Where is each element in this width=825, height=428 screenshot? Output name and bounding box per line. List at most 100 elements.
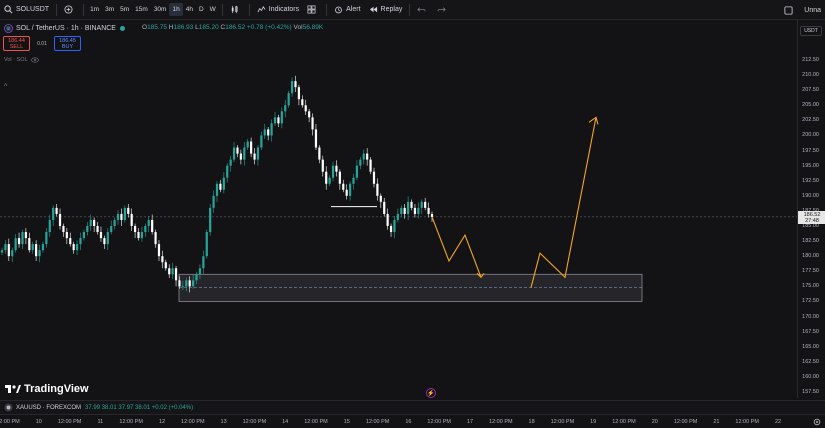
sell-button[interactable]: 186.44 SELL bbox=[3, 36, 30, 51]
projection-path-1 bbox=[431, 216, 482, 278]
candle-body bbox=[123, 207, 126, 220]
lightning-icon[interactable]: ⚡ bbox=[426, 388, 436, 398]
candle-body bbox=[28, 238, 31, 251]
price-tick: 182.50 bbox=[802, 238, 819, 245]
undo-button[interactable] bbox=[413, 0, 433, 20]
candle-body bbox=[75, 244, 79, 251]
layouts-button[interactable] bbox=[303, 0, 323, 20]
price-tick: 195.00 bbox=[802, 162, 819, 169]
timeframe-15m[interactable]: 15m bbox=[132, 0, 151, 20]
collapse-chevron-icon: ^ bbox=[4, 83, 8, 90]
candle-body bbox=[362, 153, 365, 160]
price-tick: 167.50 bbox=[802, 328, 819, 335]
candle-body bbox=[127, 207, 130, 214]
candle-body bbox=[355, 165, 359, 178]
currency-selector[interactable]: USDT bbox=[800, 26, 822, 36]
symbol-title[interactable]: SOL / TetherUS · 1h · BINANCE bbox=[16, 25, 116, 32]
candle-body bbox=[427, 207, 430, 214]
time-axis[interactable]: 12:00 PM 10 12:00 PM 11 12:00 PM 12 12:00 PM 13… bbox=[0, 414, 825, 428]
candle-body bbox=[209, 207, 212, 233]
chart-pane[interactable]: ^ bbox=[0, 20, 797, 398]
candle-body bbox=[345, 189, 348, 196]
eye-icon[interactable] bbox=[30, 57, 39, 63]
layout-button[interactable] bbox=[780, 0, 800, 20]
sol-logo-icon bbox=[4, 24, 13, 33]
price-tick: 205.00 bbox=[802, 102, 819, 109]
candle-body bbox=[202, 256, 205, 269]
candle-body bbox=[89, 219, 92, 226]
candle-body bbox=[120, 213, 123, 220]
candle-body bbox=[294, 81, 297, 88]
timeframe-30m[interactable]: 30m bbox=[151, 0, 170, 20]
candle-body bbox=[103, 238, 106, 245]
candle-body bbox=[24, 232, 27, 239]
undo-icon bbox=[417, 7, 426, 12]
replay-label: Replay bbox=[380, 6, 403, 13]
timeframe-W[interactable]: W bbox=[207, 0, 219, 20]
candle-body bbox=[55, 207, 58, 214]
timeframe-1h[interactable]: 1h bbox=[169, 3, 183, 16]
candle-body bbox=[413, 207, 417, 214]
price-tick: 180.00 bbox=[802, 253, 819, 260]
price-tick: 190.00 bbox=[802, 192, 819, 199]
price-tick: 165.00 bbox=[802, 343, 819, 350]
candle-body bbox=[192, 280, 195, 287]
price-tick: 200.00 bbox=[802, 132, 819, 139]
settings-gear-icon[interactable] bbox=[813, 418, 821, 426]
indicators-icon bbox=[257, 5, 266, 13]
projection-path-2 bbox=[530, 117, 597, 288]
layout-name[interactable]: Unna bbox=[800, 0, 825, 20]
candle-body bbox=[137, 232, 140, 239]
candle-body bbox=[195, 274, 198, 281]
candle-body bbox=[157, 244, 161, 257]
candle-body bbox=[287, 93, 290, 106]
symbol-search[interactable]: SOLUSDT bbox=[0, 0, 53, 20]
indicators-button[interactable]: Indicators bbox=[253, 0, 303, 20]
time-tick: 12:00 PM bbox=[427, 419, 451, 425]
price-chart[interactable]: ^ bbox=[0, 20, 797, 398]
timeframe-3m[interactable]: 3m bbox=[102, 0, 117, 20]
candle-body bbox=[359, 159, 362, 166]
time-tick: 12:00 PM bbox=[550, 419, 575, 425]
top-toolbar: SOLUSDT 1m 3m 5m 15m 30m 1h 4h D W Indicators Al… bbox=[0, 0, 825, 20]
buy-button[interactable]: 186.45 BUY bbox=[54, 36, 81, 51]
candle-body bbox=[372, 171, 376, 184]
price-axis[interactable]: USDT 212.50 210.00 207.50 205.00 202.50 200.0… bbox=[797, 20, 825, 398]
time-tick: 12:00 PM bbox=[304, 419, 328, 425]
candle-body bbox=[301, 99, 304, 106]
price-tick: 157.50 bbox=[802, 389, 819, 395]
candle-body bbox=[284, 105, 287, 112]
grid-icon bbox=[307, 5, 316, 14]
redo-button[interactable] bbox=[433, 0, 453, 20]
compare-button[interactable] bbox=[60, 0, 80, 20]
timeframe-4h[interactable]: 4h bbox=[183, 0, 196, 20]
spread-value: 0.01 bbox=[37, 40, 47, 47]
trade-buttons: 186.44 SELL 0.01 186.45 BUY bbox=[3, 36, 81, 51]
tradingview-logo[interactable]: TradingView bbox=[5, 383, 89, 395]
alert-button[interactable]: Alert bbox=[330, 0, 364, 20]
replay-button[interactable]: Replay bbox=[365, 0, 407, 20]
timeframe-1m[interactable]: 1m bbox=[87, 0, 102, 20]
candle-body bbox=[144, 226, 147, 233]
candle-body bbox=[328, 177, 331, 184]
candle-body bbox=[273, 117, 277, 124]
price-tick: 207.50 bbox=[802, 87, 819, 94]
candle-body bbox=[379, 195, 382, 202]
timeframe-5m[interactable]: 5m bbox=[117, 0, 132, 20]
candle-body bbox=[407, 201, 410, 214]
price-tick: 172.50 bbox=[802, 298, 819, 305]
candle-body bbox=[376, 183, 379, 196]
strip-symbol[interactable]: XAUUSD · FOREXCOM bbox=[16, 405, 81, 411]
candle-body bbox=[386, 213, 389, 226]
candle-body bbox=[171, 268, 174, 275]
candle-body bbox=[321, 159, 324, 172]
timeframe-D[interactable]: D bbox=[196, 0, 207, 20]
chart-type-button[interactable] bbox=[226, 0, 246, 20]
candle-body bbox=[219, 183, 222, 190]
time-tick: 12 bbox=[158, 419, 166, 425]
candle-body bbox=[400, 207, 403, 214]
volume-indicator-label: Vol · SOL bbox=[4, 57, 28, 63]
volume-indicator-legend[interactable]: Vol · SOL bbox=[4, 57, 39, 63]
candle-body bbox=[45, 232, 48, 245]
price-tick: 170.00 bbox=[802, 313, 819, 320]
